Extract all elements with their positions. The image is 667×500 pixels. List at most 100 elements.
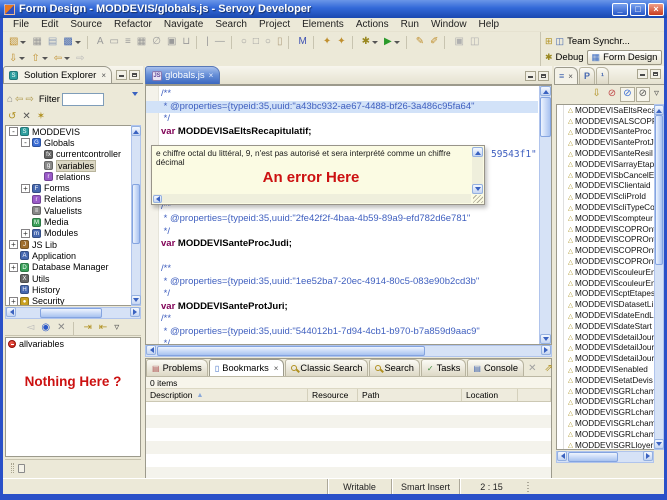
code-line[interactable]: * @properties={typeid:35,uuid:"2fe42f2f-… [161,213,538,226]
menu-navigate[interactable]: Navigate [158,19,209,30]
column-header-description[interactable]: Description▲ [146,389,308,401]
editor-tab-globals-js[interactable]: JS globals.js × [145,66,220,84]
collapse-tree-button[interactable]: ✕ [19,109,33,124]
outline-item[interactable]: △MODDEVISdetailJour [557,332,654,343]
outline-item[interactable]: △MODDEVIScompteur [557,213,654,224]
maximize-editor-button[interactable] [538,71,549,81]
outline-item[interactable]: △MODDEVISarrayEtap [557,159,654,170]
link-with-editor-tree-button[interactable]: ✶ [34,109,48,124]
perspective-team-synchronizing[interactable]: Team Synchr... [567,36,630,47]
back-history-button[interactable]: ⇦ [51,51,73,66]
move-sample-button[interactable]: ⇥ [81,321,95,336]
code-line[interactable]: var MODDEVISanteProtJuri; [161,301,538,314]
editor-horizontal-scrollbar[interactable] [145,345,552,357]
tooltip-resize-grip[interactable] [473,195,483,203]
outline-item[interactable]: △MODDEVISGRLcham [557,407,654,418]
outline-item[interactable]: △MODDEVISdateEndL [557,310,654,321]
tree-item-js-lib[interactable]: +JJS Lib [6,239,131,250]
maximize-view-button[interactable] [129,70,140,80]
tab-search[interactable]: Search [369,359,419,376]
field-tool-button[interactable]: ▭ [106,35,121,50]
label-tool-button[interactable]: ≡ [122,35,134,50]
expander-icon[interactable]: + [21,229,30,238]
rectangle-tool-button[interactable]: □ [250,35,262,50]
code-line[interactable]: */ [161,288,538,301]
perspective-form-design[interactable]: ▦ Form Design [587,50,663,65]
move-code-button[interactable]: ◅ [24,321,38,336]
menu-file[interactable]: File [7,19,35,30]
close-tab-icon[interactable]: × [568,72,573,81]
expander-icon[interactable]: + [9,240,18,249]
window-titlebar[interactable]: Form Design - MODDEVIS/globals.js - Serv… [0,0,667,18]
tree-horizontal-scrollbar[interactable] [5,307,141,319]
outline-horizontal-scrollbar[interactable] [556,451,654,463]
menu-window[interactable]: Window [425,19,473,30]
back-icon[interactable]: ⇦ [15,94,23,105]
tree-item-database-manager[interactable]: +DDatabase Manager [6,262,131,273]
tree-item-history[interactable]: HHistory [6,284,131,295]
filter-input[interactable] [62,93,104,106]
menu-refactor[interactable]: Refactor [108,19,158,30]
tree-item-security[interactable]: +●Security [6,295,131,306]
outline-item[interactable]: △MODDEVISaEltsReca [557,105,654,116]
code-editor[interactable]: /** * @properties={typeid:35,uuid:"a43bc… [145,85,552,345]
menu-edit[interactable]: Edit [35,19,64,30]
tab-classic-search[interactable]: Classic Search [285,359,368,376]
close-window-button[interactable]: × [648,3,664,16]
minimize-outline-button[interactable] [637,69,648,79]
tree-item-currentcontroller[interactable]: fxcurrentcontroller [6,149,131,160]
menu-project[interactable]: Project [253,19,296,30]
code-line[interactable]: * @properties={typeid:35,uuid:"1ee52ba7-… [161,276,538,289]
close-view-icon[interactable]: × [101,71,106,80]
save-button[interactable]: ▦ [29,35,44,50]
minimize-view-button[interactable] [116,70,127,80]
outline-item[interactable]: △MODDEVISetatDevis [557,375,654,386]
tab-markers[interactable]: ¹ [596,67,609,84]
maximize-window-button[interactable]: □ [630,3,646,16]
external-tool-1-button[interactable]: ✎ [413,35,427,50]
outline-menu-button[interactable]: ▿ [651,87,662,102]
tree-item-application[interactable]: AApplication [6,250,131,261]
outline-item[interactable]: △MODDEVISCOPROnt [557,235,654,246]
minimize-window-button[interactable]: _ [612,3,628,16]
code-line[interactable]: /** [161,313,538,326]
outline-item[interactable]: △MODDEVISCOPROnt [557,224,654,235]
hide-fields-button[interactable]: ⊘ [620,87,634,102]
tab-tasks[interactable]: ✓Tasks [421,359,466,376]
tree-item-utils[interactable]: XUtils [6,273,131,284]
move-all-button[interactable]: ⇤ [96,321,110,336]
attachment-tool-button[interactable]: ∅ [149,35,164,50]
outline-item[interactable]: △MODDEVIScouleurEn [557,267,654,278]
menu-source[interactable]: Source [64,19,108,30]
home-icon[interactable]: ⌂ [7,94,13,105]
forward-icon[interactable]: ⇨ [25,94,33,105]
outline-item[interactable]: △MODDEVISanteProc [557,127,654,138]
code-line[interactable]: * @properties={typeid:35,uuid:"544012b1-… [161,326,538,339]
tab-properties[interactable]: P [579,67,595,84]
tab-outline[interactable]: ≡× [554,67,578,84]
refresh-list-button[interactable]: ◉ [38,321,53,336]
outline-item[interactable]: △MODDEVISDatasetLi [557,299,654,310]
code-line[interactable]: /** [161,263,538,276]
tree-item-globals[interactable]: -GGlobals [6,137,131,148]
outline-item[interactable]: △MODDEVIScouleurEn [557,278,654,289]
outline-item[interactable]: △MODDEVISenabled [557,364,654,375]
outline-vertical-scrollbar[interactable] [654,104,664,450]
editor-vertical-scrollbar[interactable] [539,86,551,344]
outline-item[interactable]: △MODDEVISALSCOPR [557,116,654,127]
close-tab-icon[interactable]: × [274,364,279,373]
tree-vertical-scrollbar[interactable] [131,125,141,306]
tabpanel-tool-button[interactable]: ⊔ [179,35,193,50]
solution-explorer-tab[interactable]: S Solution Explorer × [3,66,112,83]
code-line[interactable]: /** [161,88,538,101]
outline-item[interactable]: △MODDEVISdetailJour [557,343,654,354]
menu-help[interactable]: Help [473,19,506,30]
outline-item[interactable]: △MODDEVISGRLloyerE [557,440,654,450]
expander-icon[interactable]: + [21,184,30,193]
clipboard-tool-button[interactable]: ▯ [274,35,286,50]
perspective-debug[interactable]: Debug [556,52,584,63]
key-tool-1-button[interactable]: ✦ [320,35,334,50]
code-line[interactable]: * @properties={typeid:35,uuid:"a43bc932-… [146,101,538,114]
hide-statics-button[interactable]: ⊘ [605,87,619,102]
code-line[interactable]: var MODDEVISaEltsRecapitulatif; [161,126,538,139]
